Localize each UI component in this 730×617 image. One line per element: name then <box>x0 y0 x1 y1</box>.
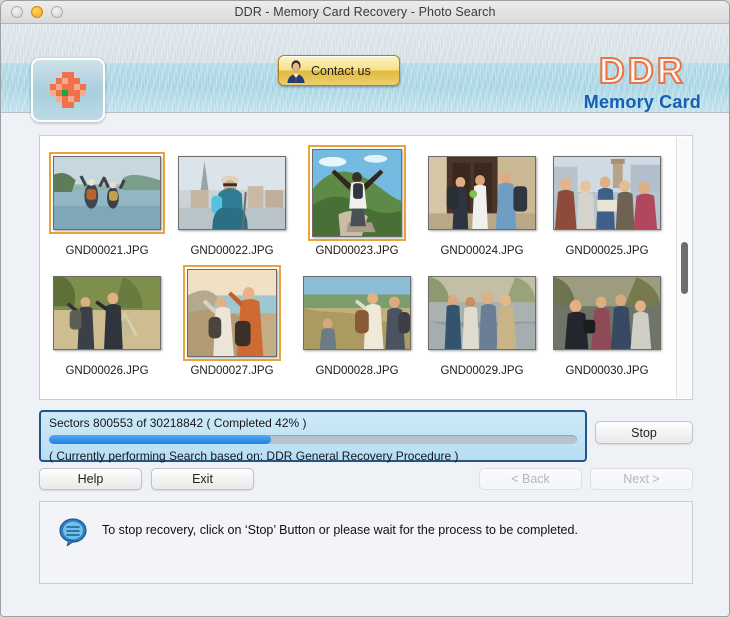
flower-checker-icon <box>47 69 89 111</box>
back-button-label: < Back <box>511 472 550 486</box>
close-button[interactable] <box>11 6 23 18</box>
photo-filename: GND00028.JPG <box>315 365 399 377</box>
photo-row: GND00021.JPG GND00022.JPG GND00023.JPG G… <box>41 137 676 257</box>
progress-status-text: Sectors 800553 of 30218842 ( Completed 4… <box>49 416 307 430</box>
photo-filename: GND00027.JPG <box>190 365 274 377</box>
photo-filename: GND00021.JPG <box>65 245 149 257</box>
thumbnail-wrap <box>183 265 281 361</box>
progress-panel: Sectors 800553 of 30218842 ( Completed 4… <box>39 410 587 463</box>
exit-button-label: Exit <box>192 472 213 486</box>
photo-thumbnail[interactable] <box>183 265 281 361</box>
photo-cell[interactable]: GND00027.JPG <box>173 265 291 377</box>
photo-filename: GND00025.JPG <box>565 245 649 257</box>
photo-filename: GND00022.JPG <box>190 245 274 257</box>
thumbnail-wrap <box>308 145 406 241</box>
photo-thumbnail[interactable] <box>553 156 661 230</box>
minimize-button[interactable] <box>31 6 43 18</box>
contact-us-label: Contact us <box>311 63 371 78</box>
window-title: DDR - Memory Card Recovery - Photo Searc… <box>234 5 496 19</box>
photo-filename: GND00026.JPG <box>65 365 149 377</box>
scrollbar-thumb[interactable] <box>681 242 688 294</box>
zoom-button[interactable] <box>51 6 63 18</box>
photo-thumbnail[interactable] <box>428 156 536 230</box>
help-button[interactable]: Help <box>39 468 142 490</box>
photo-filename: GND00024.JPG <box>440 245 524 257</box>
window-controls <box>11 6 63 18</box>
exit-button[interactable]: Exit <box>151 468 254 490</box>
photo-filename: GND00023.JPG <box>315 245 399 257</box>
photo-cell[interactable]: GND00022.JPG <box>173 149 291 257</box>
ddr-logo: DDR Memory Card <box>583 50 701 113</box>
photo-filename: GND00029.JPG <box>440 365 524 377</box>
progress-operation-text: ( Currently performing Search based on: … <box>49 449 459 463</box>
next-button: Next > <box>590 468 693 490</box>
photo-results-panel: GND00021.JPG GND00022.JPG GND00023.JPG G… <box>39 135 693 400</box>
photo-filename: GND00030.JPG <box>565 365 649 377</box>
photo-thumbnail[interactable] <box>428 276 536 350</box>
toolbar: Contact us DDR Memory Card <box>1 24 729 122</box>
photo-cell[interactable]: GND00021.JPG <box>48 149 166 257</box>
progress-bar <box>49 435 577 444</box>
photo-cell[interactable]: GND00024.JPG <box>423 149 541 257</box>
speech-bubble-icon <box>58 518 88 548</box>
ddr-subtitle: Memory Card <box>583 92 701 112</box>
message-text: To stop recovery, click on ‘Stop’ Button… <box>102 523 578 537</box>
next-button-label: Next > <box>623 472 660 486</box>
progress-bar-fill <box>49 435 271 444</box>
message-panel: To stop recovery, click on ‘Stop’ Button… <box>39 501 693 584</box>
photo-thumbnail[interactable] <box>553 276 661 350</box>
thumbnail-wrap <box>49 149 165 237</box>
photo-thumbnail[interactable] <box>303 276 411 350</box>
thumbnail-wrap <box>428 269 536 357</box>
photo-cell[interactable]: GND00026.JPG <box>48 269 166 377</box>
photo-cell[interactable]: GND00030.JPG <box>548 269 666 377</box>
thumbnail-wrap <box>178 149 286 237</box>
photo-thumbnail[interactable] <box>49 152 165 234</box>
thumbnail-wrap <box>53 269 161 357</box>
photo-grid: GND00021.JPG GND00022.JPG GND00023.JPG G… <box>41 137 676 398</box>
photo-thumbnail[interactable] <box>53 276 161 350</box>
content-area: GND00021.JPG GND00022.JPG GND00023.JPG G… <box>1 113 729 616</box>
person-icon <box>285 59 307 83</box>
title-bar: DDR - Memory Card Recovery - Photo Searc… <box>1 1 729 24</box>
thumbnail-wrap <box>428 149 536 237</box>
ddr-app-icon[interactable] <box>31 58 105 122</box>
photo-thumbnail[interactable] <box>178 156 286 230</box>
app-window: DDR - Memory Card Recovery - Photo Searc… <box>0 0 730 617</box>
ddr-wordmark: DDR <box>598 50 686 91</box>
contact-us-button[interactable]: Contact us <box>278 55 400 86</box>
photo-cell[interactable]: GND00023.JPG <box>298 145 416 257</box>
thumbnail-wrap <box>553 269 661 357</box>
photo-grid-scrollbar[interactable] <box>676 137 691 398</box>
help-button-label: Help <box>77 472 104 486</box>
thumbnail-wrap <box>553 149 661 237</box>
stop-button[interactable]: Stop <box>595 421 693 444</box>
stop-button-label: Stop <box>631 425 657 440</box>
thumbnail-wrap <box>303 269 411 357</box>
photo-cell[interactable]: GND00025.JPG <box>548 149 666 257</box>
photo-cell[interactable]: GND00029.JPG <box>423 269 541 377</box>
photo-thumbnail[interactable] <box>308 145 406 241</box>
photo-cell[interactable]: GND00028.JPG <box>298 269 416 377</box>
back-button: < Back <box>479 468 582 490</box>
photo-row: GND00026.JPG GND00027.JPG GND00028.JPG G… <box>41 257 676 377</box>
